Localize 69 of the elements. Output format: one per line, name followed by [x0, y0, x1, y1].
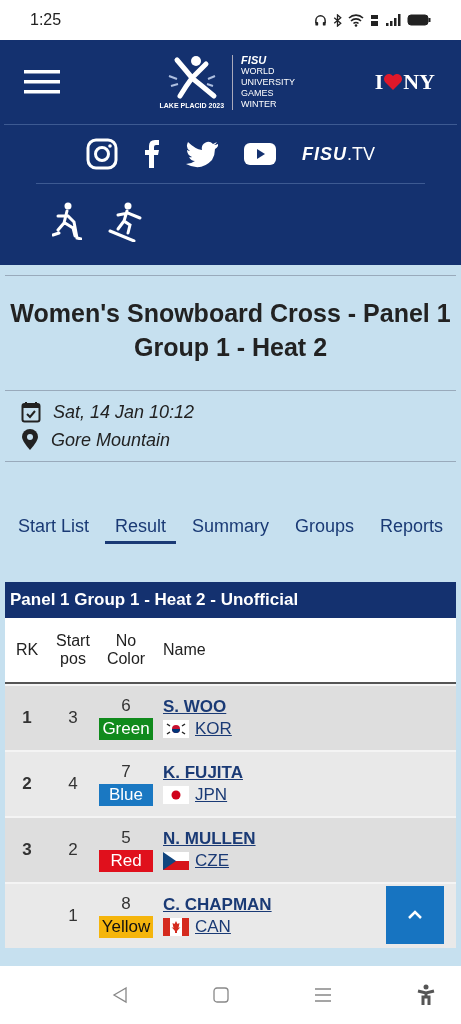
tab[interactable]: Result — [105, 512, 176, 544]
country-link[interactable]: JPN — [195, 785, 228, 805]
bib-number: 8 — [121, 894, 131, 914]
snowboarder-icon[interactable] — [108, 202, 144, 242]
tab[interactable]: Summary — [182, 512, 279, 544]
accessibility-icon[interactable] — [417, 984, 435, 1006]
menu-button[interactable] — [24, 69, 60, 95]
logo-brand: FISU — [241, 54, 268, 66]
twitter-icon[interactable] — [186, 140, 218, 168]
start-position-cell: 4 — [68, 774, 78, 794]
logo-text: WORLD — [241, 65, 276, 77]
partner-logo-text: I — [374, 69, 384, 95]
bib-color-tag: Red — [99, 850, 153, 872]
home-icon[interactable] — [213, 987, 229, 1003]
rank-cell: 1 — [22, 708, 32, 728]
bib-color-tag: Yellow — [99, 916, 153, 938]
rank-cell: 2 — [22, 774, 32, 794]
bib-color-tag: Blue — [99, 784, 153, 806]
status-time: 1:25 — [30, 11, 62, 29]
athlete-name-link[interactable]: C. CHAPMAN — [163, 895, 272, 915]
column-header: Name — [162, 641, 207, 659]
bib-number: 7 — [121, 762, 131, 782]
event-venue: Gore Mountain — [51, 429, 171, 451]
athlete-name-link[interactable]: S. WOO — [163, 697, 227, 717]
partner-logo-text: NY — [403, 69, 435, 95]
column-header: No Color — [105, 632, 147, 668]
facebook-icon[interactable] — [144, 140, 160, 168]
column-header: RK — [14, 641, 40, 659]
tab[interactable]: Groups — [284, 512, 364, 544]
wifi-icon — [348, 13, 364, 27]
calendar-icon — [21, 401, 41, 423]
start-position-cell: 1 — [68, 906, 78, 926]
table-title: Panel 1 Group 1 - Heat 2 - Unofficial — [5, 582, 456, 618]
bib-color-tag: Green — [99, 718, 153, 740]
athlete-name-link[interactable]: K. FUJITA — [163, 763, 243, 783]
location-pin-icon — [21, 429, 39, 451]
heart-icon — [383, 73, 404, 91]
headphones-icon — [314, 13, 327, 27]
chevron-up-icon — [407, 910, 423, 920]
menu-icon — [24, 69, 60, 95]
signal-icon — [385, 14, 401, 26]
event-title: Women's Snowboard Cross - Panel 1 Group 1 - Heat 2 — [9, 298, 452, 363]
logo-text: WINTER — [241, 98, 278, 110]
start-position-cell: 2 — [68, 840, 78, 860]
column-header: Start pos — [55, 632, 91, 668]
country-link[interactable]: CAN — [195, 917, 231, 937]
tab[interactable]: Reports — [369, 512, 453, 544]
bib-number: 6 — [121, 696, 131, 716]
instagram-icon[interactable] — [86, 138, 118, 170]
country-link[interactable]: CZE — [195, 851, 229, 871]
start-position-cell: 3 — [68, 708, 78, 728]
bib-number: 5 — [121, 828, 131, 848]
country-link[interactable]: KOR — [195, 719, 232, 739]
event-date: Sat, 14 Jan 10:12 — [53, 401, 195, 423]
battery-icon — [407, 14, 431, 26]
bluetooth-icon — [333, 13, 342, 27]
korea-flag-icon — [163, 720, 189, 738]
athlete-name-link[interactable]: N. MULLEN — [163, 829, 256, 849]
ice-hockey-icon[interactable] — [52, 202, 82, 240]
youtube-icon[interactable] — [244, 142, 276, 166]
logo-text: UNIVERSITY — [241, 76, 296, 88]
rank-cell: 3 — [22, 840, 32, 860]
back-icon[interactable] — [112, 986, 128, 1004]
logo-text: GAMES — [241, 87, 275, 99]
czech-flag-icon — [163, 852, 189, 870]
fisu-tv-link[interactable]: FISU.TV — [302, 143, 375, 165]
japan-flag-icon — [163, 786, 189, 804]
canada-flag-icon — [163, 918, 189, 936]
tab[interactable]: Start List — [8, 512, 99, 544]
